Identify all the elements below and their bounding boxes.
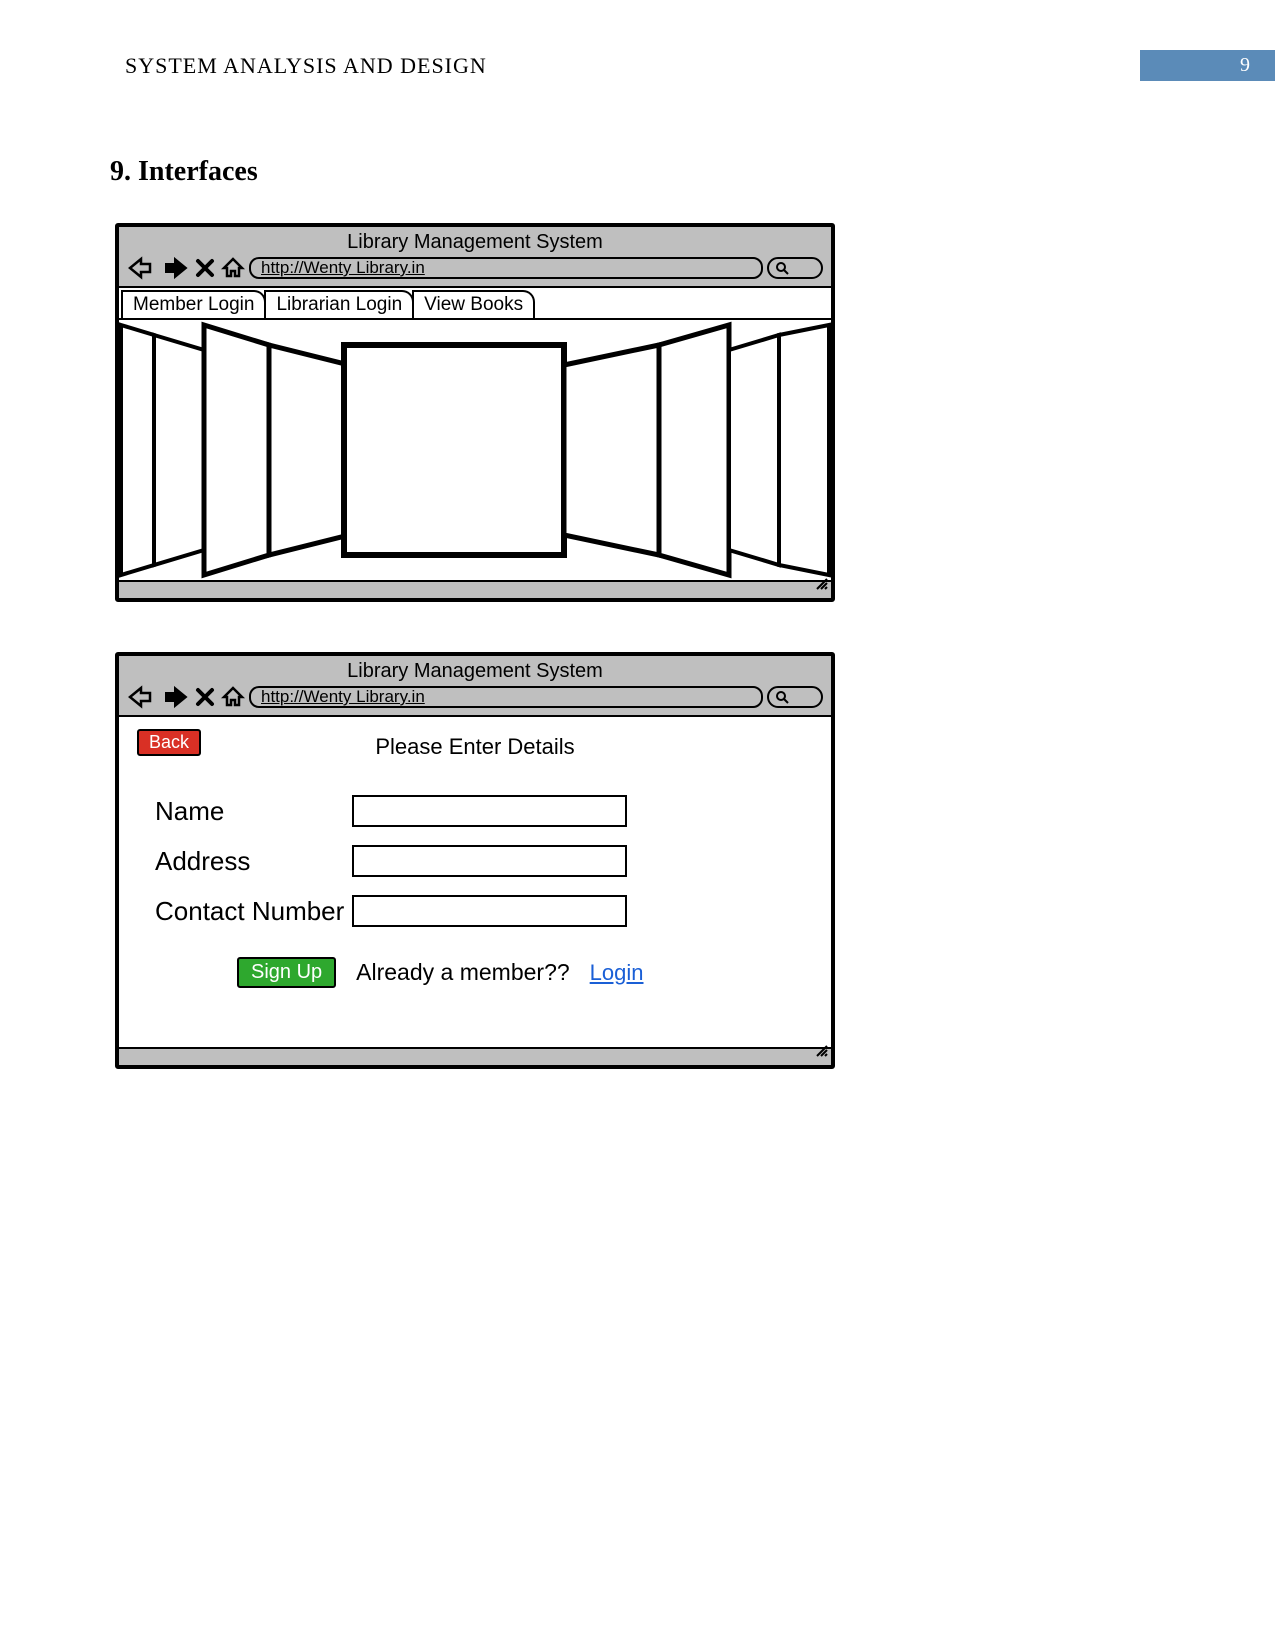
carousel-coverflow[interactable]: [119, 320, 831, 580]
section-heading: 9. Interfaces: [110, 156, 1275, 188]
tab-view-books[interactable]: View Books: [412, 290, 535, 318]
login-link[interactable]: Login: [590, 960, 644, 986]
search-icon: [775, 261, 789, 275]
forward-arrow-icon[interactable]: [161, 256, 189, 280]
search-icon: [775, 690, 789, 704]
search-field[interactable]: [767, 257, 823, 279]
tab-member-login[interactable]: Member Login: [121, 290, 266, 318]
mockup-browser-2: Library Management System h: [115, 652, 835, 1069]
action-row: Sign Up Already a member?? Login: [237, 957, 813, 988]
resize-grip-icon[interactable]: [815, 1044, 829, 1063]
window-title: Library Management System: [127, 231, 823, 254]
window-title: Library Management System: [127, 660, 823, 683]
form-row-name: Name: [137, 795, 813, 827]
back-arrow-icon[interactable]: [127, 256, 155, 280]
form-row-address: Address: [137, 845, 813, 877]
label-address: Address: [137, 846, 352, 877]
page-number-badge: 9: [1140, 50, 1275, 81]
form-title: Please Enter Details: [137, 734, 813, 760]
url-bar[interactable]: http://Wenty Library.in: [249, 686, 763, 708]
input-address[interactable]: [352, 845, 627, 877]
close-icon[interactable]: [195, 687, 215, 707]
label-contact: Contact Number: [137, 896, 352, 927]
label-name: Name: [137, 796, 352, 827]
member-prompt: Already a member??: [356, 959, 570, 986]
form-row-contact: Contact Number: [137, 895, 813, 927]
resize-grip-icon[interactable]: [815, 577, 829, 596]
close-icon[interactable]: [195, 258, 215, 278]
input-name[interactable]: [352, 795, 627, 827]
page-header: SYSTEM ANALYSIS AND DESIGN 9: [0, 0, 1275, 101]
status-bar: [119, 1047, 831, 1065]
back-button[interactable]: Back: [137, 729, 201, 756]
document-header-title: SYSTEM ANALYSIS AND DESIGN: [125, 53, 487, 79]
home-icon[interactable]: [221, 685, 245, 709]
mockup-browser-1: Library Management System h: [115, 223, 835, 602]
signup-button[interactable]: Sign Up: [237, 957, 336, 988]
status-bar: [119, 580, 831, 598]
home-icon[interactable]: [221, 256, 245, 280]
back-arrow-icon[interactable]: [127, 685, 155, 709]
tab-librarian-login[interactable]: Librarian Login: [264, 290, 414, 318]
forward-arrow-icon[interactable]: [161, 685, 189, 709]
browser-toolbar: Library Management System h: [119, 656, 831, 717]
form-content: Back Please Enter Details Name Address C…: [119, 717, 831, 1047]
url-bar[interactable]: http://Wenty Library.in: [249, 257, 763, 279]
search-field[interactable]: [767, 686, 823, 708]
input-contact[interactable]: [352, 895, 627, 927]
browser-toolbar: Library Management System h: [119, 227, 831, 288]
tabs-row: Member Login Librarian Login View Books: [119, 288, 831, 320]
